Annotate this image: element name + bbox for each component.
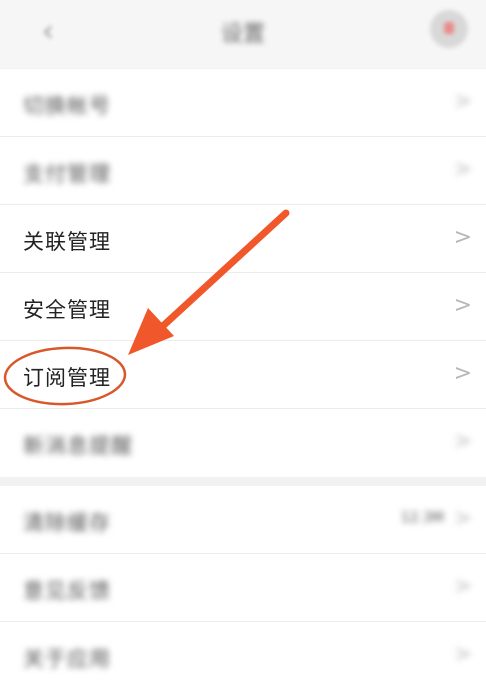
chevron-right-icon: > <box>453 642 472 667</box>
chevron-right-icon: > <box>453 89 472 114</box>
settings-item-switch-account[interactable]: 切换帐号 > <box>0 69 486 137</box>
chevron-right-icon: > <box>453 225 472 250</box>
settings-page: ‹ 设置 切换帐号 > 支付管理 > 关联管理 > 安全管理 > 订阅管理 > … <box>0 0 486 690</box>
chevron-right-icon: > <box>453 506 472 531</box>
settings-item-security[interactable]: 安全管理 > <box>0 273 486 341</box>
settings-item-label: 切换帐号 <box>23 94 111 118</box>
settings-item-notifications[interactable]: 新消息提醒 > <box>0 409 486 477</box>
cache-size-value: 12.3M <box>400 510 444 526</box>
chevron-right-icon: > <box>453 157 472 182</box>
avatar-icon[interactable] <box>430 10 468 48</box>
settings-item-label: 关于应用 <box>23 647 111 671</box>
chevron-right-icon: > <box>453 361 472 386</box>
settings-item-clear-cache[interactable]: 清除缓存 12.3M > <box>0 486 486 554</box>
chevron-right-icon: > <box>453 293 472 318</box>
chevron-right-icon: > <box>453 574 472 599</box>
settings-item-label: 支付管理 <box>23 162 111 186</box>
settings-item-label: 安全管理 <box>23 298 111 322</box>
settings-group-account: 切换帐号 > 支付管理 > 关联管理 > 安全管理 > 订阅管理 > 新消息提醒… <box>0 69 486 477</box>
chevron-right-icon: > <box>453 429 472 454</box>
settings-item-label: 关联管理 <box>23 230 111 254</box>
settings-item-label: 订阅管理 <box>23 366 111 390</box>
top-bar: ‹ 设置 <box>0 0 486 68</box>
settings-item-label: 意见反馈 <box>23 579 111 603</box>
settings-item-about[interactable]: 关于应用 > <box>0 622 486 690</box>
settings-item-feedback[interactable]: 意见反馈 > <box>0 554 486 622</box>
settings-item-subscriptions[interactable]: 订阅管理 > <box>0 341 486 409</box>
page-title: 设置 <box>220 22 265 47</box>
settings-item-label: 新消息提醒 <box>23 434 133 458</box>
settings-group-general: 清除缓存 12.3M > 意见反馈 > 关于应用 > <box>0 486 486 690</box>
settings-item-payment[interactable]: 支付管理 > <box>0 137 486 205</box>
settings-item-label: 清除缓存 <box>23 511 111 535</box>
settings-item-linked-accounts[interactable]: 关联管理 > <box>0 205 486 273</box>
